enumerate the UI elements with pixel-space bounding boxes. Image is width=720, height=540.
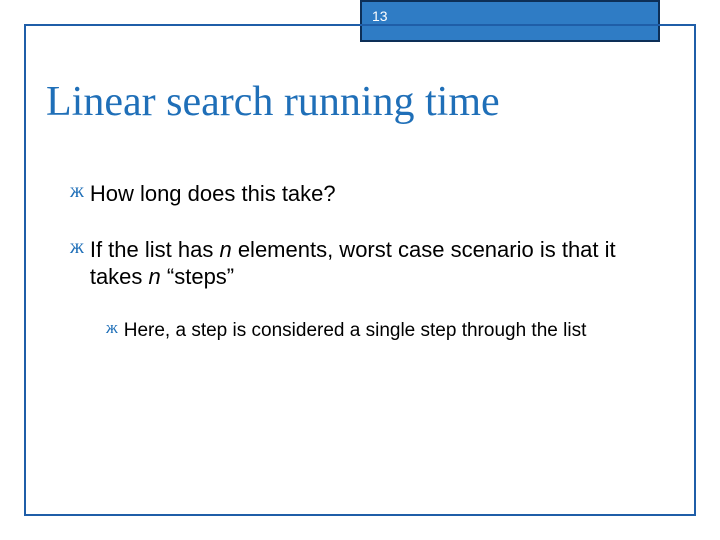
italic-n: n bbox=[149, 264, 161, 289]
bullet-1: ж How long does this take? bbox=[70, 180, 660, 208]
slide-title: Linear search running time bbox=[46, 78, 500, 126]
bullet-2-text: If the list has n elements, worst case s… bbox=[90, 236, 660, 291]
bullet-2a-text: Here, a step is considered a single step… bbox=[124, 319, 587, 343]
bullet-2a: ж Here, a step is considered a single st… bbox=[106, 319, 660, 343]
bullet-1-text: How long does this take? bbox=[90, 180, 336, 208]
page-number: 13 bbox=[372, 8, 388, 24]
bullet-icon: ж bbox=[70, 180, 84, 202]
bullet-2: ж If the list has n elements, worst case… bbox=[70, 236, 660, 291]
bullet-icon: ж bbox=[70, 236, 84, 258]
slide-content: ж How long does this take? ж If the list… bbox=[70, 180, 660, 342]
bullet-icon: ж bbox=[106, 319, 118, 338]
italic-n: n bbox=[219, 237, 231, 262]
